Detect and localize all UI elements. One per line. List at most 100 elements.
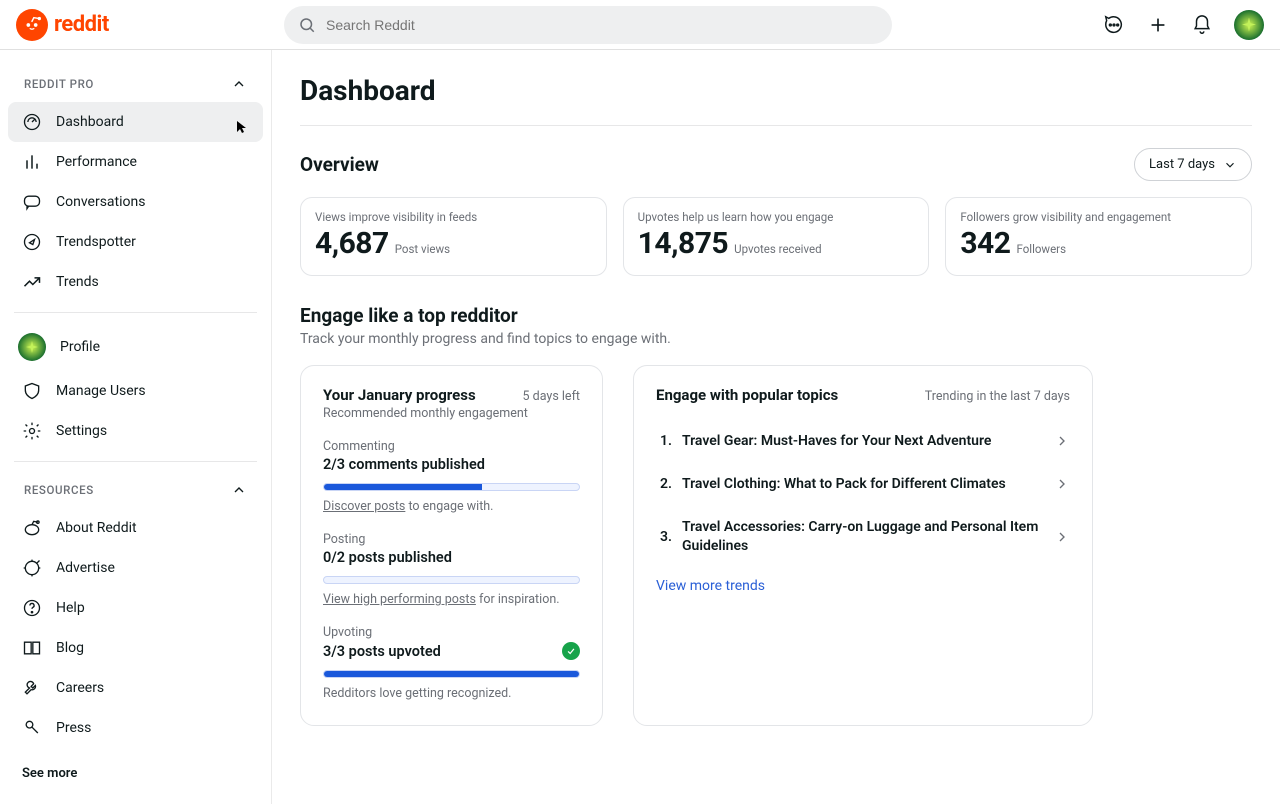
task-label: Posting bbox=[323, 532, 580, 547]
gauge-icon bbox=[22, 112, 42, 132]
main-content: Dashboard Overview Last 7 days Views imp… bbox=[272, 50, 1280, 804]
sidebar-item-label: About Reddit bbox=[56, 520, 137, 536]
sidebar-item-performance[interactable]: Performance bbox=[8, 142, 263, 182]
progress-title: Your January progress bbox=[323, 386, 476, 404]
user-avatar[interactable] bbox=[1234, 10, 1264, 40]
topic-item[interactable]: 3. Travel Accessories: Carry-on Luggage … bbox=[656, 506, 1070, 568]
sidebar-item-label: Conversations bbox=[56, 194, 145, 210]
task-hint: Discover posts to engage with. bbox=[323, 499, 580, 514]
metric-card-followers[interactable]: Followers grow visibility and engagement… bbox=[945, 197, 1252, 276]
mic-icon bbox=[22, 718, 42, 738]
discover-posts-link[interactable]: Discover posts bbox=[323, 499, 405, 514]
brand-name: reddit bbox=[54, 12, 109, 37]
chevron-up-icon bbox=[231, 482, 247, 498]
sidebar-pro-list: Dashboard Performance Conversations bbox=[8, 102, 263, 302]
logo[interactable]: reddit bbox=[16, 9, 272, 41]
divider bbox=[14, 461, 257, 462]
sidebar-item-help[interactable]: Help bbox=[8, 588, 263, 628]
metrics-row: Views improve visibility in feeds 4,687 … bbox=[300, 197, 1252, 276]
chevron-right-icon bbox=[1054, 529, 1070, 545]
notifications-icon[interactable] bbox=[1190, 13, 1214, 37]
sidebar-item-label: Settings bbox=[56, 423, 107, 439]
sidebar-item-profile[interactable]: Profile bbox=[8, 323, 263, 371]
profile-avatar-icon bbox=[18, 333, 46, 361]
sidebar-item-advertise[interactable]: Advertise bbox=[8, 548, 263, 588]
metric-card-upvotes[interactable]: Upvotes help us learn how you engage 14,… bbox=[623, 197, 930, 276]
sidebar-item-label: Profile bbox=[60, 339, 100, 355]
sidebar-item-label: Press bbox=[56, 720, 91, 736]
topic-item[interactable]: 1. Travel Gear: Must-Haves for Your Next… bbox=[656, 420, 1070, 463]
header-actions bbox=[1102, 10, 1264, 40]
topic-number: 2. bbox=[656, 476, 672, 492]
reddit-logo-icon bbox=[16, 9, 48, 41]
sidebar-item-trends[interactable]: Trends bbox=[8, 262, 263, 302]
bar-chart-icon bbox=[22, 152, 42, 172]
create-icon[interactable] bbox=[1146, 13, 1170, 37]
chat-icon[interactable] bbox=[1102, 13, 1126, 37]
metric-hint: Views improve visibility in feeds bbox=[315, 210, 592, 224]
topic-number: 1. bbox=[656, 433, 672, 449]
sidebar-item-label: Blog bbox=[56, 640, 84, 656]
chevron-up-icon bbox=[231, 76, 247, 92]
task-status: 3/3 posts upvoted bbox=[323, 643, 441, 660]
divider bbox=[300, 125, 1252, 126]
topics-sub: Trending in the last 7 days bbox=[925, 389, 1070, 404]
sidebar-section-resources[interactable]: RESOURCES bbox=[8, 472, 263, 508]
see-more-link[interactable]: See more bbox=[8, 756, 263, 791]
reddit-outline-icon bbox=[22, 518, 42, 538]
task-commenting: Commenting 2/3 comments published Discov… bbox=[323, 439, 580, 514]
metric-value: 4,687 bbox=[315, 226, 389, 261]
sidebar-item-label: Trendspotter bbox=[56, 234, 136, 250]
metric-label: Post views bbox=[395, 242, 450, 256]
sidebar-item-manage-users[interactable]: Manage Users bbox=[8, 371, 263, 411]
app-header: reddit bbox=[0, 0, 1280, 50]
task-hint: View high performing posts for inspirati… bbox=[323, 592, 580, 607]
view-more-trends-link[interactable]: View more trends bbox=[656, 578, 1070, 594]
topics-card: Engage with popular topics Trending in t… bbox=[633, 365, 1093, 726]
topic-number: 3. bbox=[656, 529, 672, 545]
task-status: 2/3 comments published bbox=[323, 456, 485, 473]
divider bbox=[14, 312, 257, 313]
task-hint-text: for inspiration. bbox=[476, 592, 560, 607]
sidebar-item-label: Dashboard bbox=[56, 114, 124, 130]
metric-card-views[interactable]: Views improve visibility in feeds 4,687 … bbox=[300, 197, 607, 276]
check-complete-icon bbox=[562, 642, 580, 660]
page-title: Dashboard bbox=[300, 74, 1252, 107]
trend-line-icon bbox=[22, 272, 42, 292]
sidebar-item-conversations[interactable]: Conversations bbox=[8, 182, 263, 222]
sidebar-item-settings[interactable]: Settings bbox=[8, 411, 263, 451]
chevron-down-icon bbox=[1223, 158, 1237, 172]
progress-sub: Recommended monthly engagement bbox=[323, 406, 580, 421]
target-icon bbox=[22, 558, 42, 578]
metric-hint: Upvotes help us learn how you engage bbox=[638, 210, 915, 224]
sidebar-item-careers[interactable]: Careers bbox=[8, 668, 263, 708]
sidebar-item-dashboard[interactable]: Dashboard bbox=[8, 102, 263, 142]
sidebar-item-label: Help bbox=[56, 600, 85, 616]
view-high-performing-link[interactable]: View high performing posts bbox=[323, 592, 476, 607]
sidebar-account-list: Profile Manage Users Settings bbox=[8, 323, 263, 451]
sidebar-section-pro[interactable]: REDDIT PRO bbox=[8, 66, 263, 102]
cursor-icon bbox=[236, 120, 248, 134]
task-status: 0/2 posts published bbox=[323, 549, 452, 566]
sidebar-item-label: Performance bbox=[56, 154, 137, 170]
date-range-label: Last 7 days bbox=[1149, 157, 1215, 172]
task-upvoting: Upvoting 3/3 posts upvoted Redditors lov… bbox=[323, 625, 580, 701]
topic-item[interactable]: 2. Travel Clothing: What to Pack for Dif… bbox=[656, 463, 1070, 506]
sidebar-section-label: REDDIT PRO bbox=[24, 77, 94, 91]
metric-label: Upvotes received bbox=[734, 242, 821, 256]
task-hint-text: to engage with. bbox=[405, 499, 493, 514]
sidebar-item-about[interactable]: About Reddit bbox=[8, 508, 263, 548]
sidebar-section-label: RESOURCES bbox=[24, 483, 94, 497]
metric-label: Followers bbox=[1016, 242, 1066, 256]
sidebar-item-press[interactable]: Press bbox=[8, 708, 263, 748]
sidebar-item-blog[interactable]: Blog bbox=[8, 628, 263, 668]
search-input[interactable] bbox=[326, 17, 878, 33]
date-range-dropdown[interactable]: Last 7 days bbox=[1134, 148, 1252, 181]
sidebar-item-trendspotter[interactable]: Trendspotter bbox=[8, 222, 263, 262]
progress-bar bbox=[323, 576, 580, 584]
sidebar-item-label: Careers bbox=[56, 680, 104, 696]
engage-subheading: Track your monthly progress and find top… bbox=[300, 331, 1252, 347]
search-bar[interactable] bbox=[284, 6, 892, 44]
metric-value: 14,875 bbox=[638, 226, 728, 261]
chevron-right-icon bbox=[1054, 476, 1070, 492]
